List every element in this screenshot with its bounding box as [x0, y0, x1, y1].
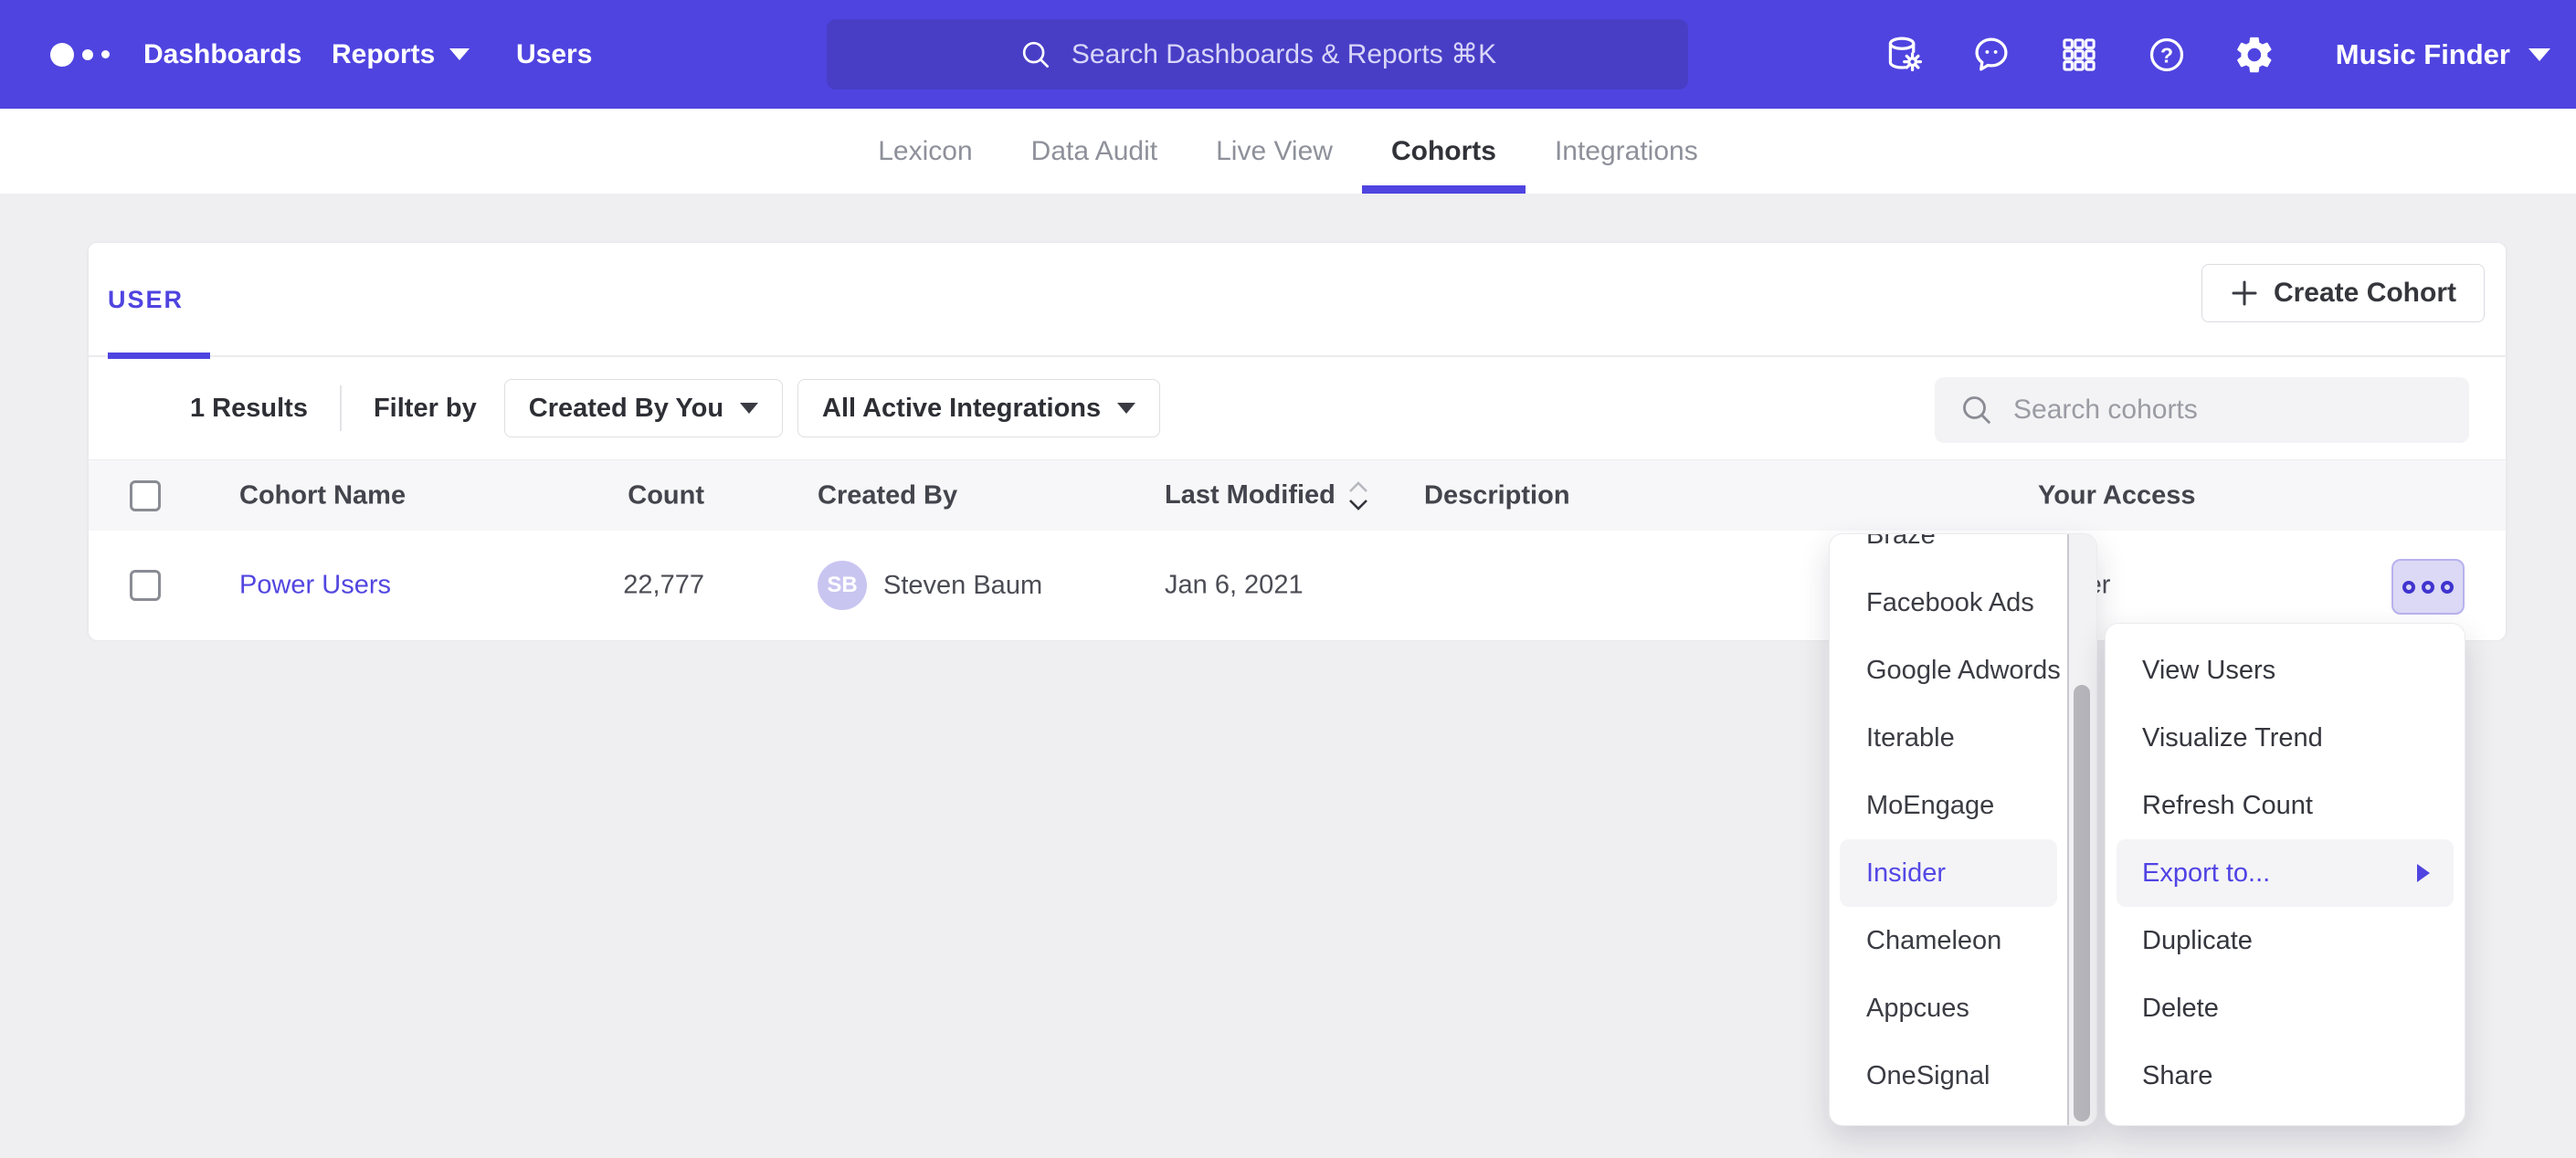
- top-nav: Dashboards Reports Users Search Dashboar…: [0, 0, 2576, 109]
- tab-integrations[interactable]: Integrations: [1526, 109, 1727, 194]
- nav-item-label: Users: [516, 39, 592, 70]
- submenu-scrollbar-thumb[interactable]: [2074, 685, 2090, 1121]
- search-cohorts-input[interactable]: Search cohorts: [1935, 377, 2469, 443]
- tab-label: Integrations: [1555, 136, 1698, 167]
- filter-row: 1 Results Filter by Created By You All A…: [89, 357, 2506, 459]
- tab-user-cohorts[interactable]: USER: [108, 243, 184, 357]
- dropdown-label: Created By You: [529, 394, 723, 424]
- tab-live-view[interactable]: Live View: [1187, 109, 1362, 194]
- divider: [340, 385, 342, 431]
- menu-item-share[interactable]: Share: [2106, 1042, 2465, 1110]
- submenu-item-google-adwords[interactable]: Google Adwords: [1830, 637, 2067, 704]
- chevron-down-icon: [449, 48, 470, 60]
- menu-item-duplicate[interactable]: Duplicate: [2106, 907, 2465, 974]
- svg-text:?: ?: [2160, 43, 2173, 67]
- col-your-access: Your Access: [2038, 480, 2195, 511]
- col-description: Description: [1424, 480, 1570, 511]
- menu-item-view-users[interactable]: View Users: [2106, 637, 2465, 704]
- search-cohorts-placeholder: Search cohorts: [2013, 395, 2198, 426]
- cohort-type-tabs: USER Create Cohort: [89, 243, 2506, 357]
- submenu-item-iterable[interactable]: Iterable: [1830, 704, 2067, 772]
- submenu-item-facebook-ads[interactable]: Facebook Ads: [1830, 569, 2067, 637]
- tab-label: Cohorts: [1391, 136, 1496, 167]
- submenu-item-onesignal[interactable]: OneSignal: [1830, 1042, 2067, 1110]
- last-modified-cell: Jan 6, 2021: [1165, 571, 1304, 601]
- submenu-item-moengage[interactable]: MoEngage: [1830, 772, 2067, 839]
- feedback-icon[interactable]: [1970, 34, 2012, 76]
- ellipsis-dot-icon: [2402, 581, 2415, 594]
- tab-cohorts[interactable]: Cohorts: [1362, 109, 1526, 194]
- col-count: Count: [509, 480, 704, 511]
- tab-label: Live View: [1216, 136, 1333, 167]
- global-search-placeholder: Search Dashboards & Reports ⌘K: [1072, 38, 1496, 70]
- tab-lexicon[interactable]: Lexicon: [849, 109, 1001, 194]
- chevron-down-icon: [1117, 403, 1135, 414]
- cohorts-panel: USER Create Cohort 1 Results Filter by C…: [88, 242, 2507, 639]
- nav-item-label: Dashboards: [143, 39, 301, 70]
- submenu-item-chameleon[interactable]: Chameleon: [1830, 907, 2067, 974]
- nav-item-dashboards[interactable]: Dashboards: [143, 0, 301, 109]
- search-icon: [1019, 37, 1053, 72]
- project-switcher[interactable]: Music Finder: [2336, 38, 2550, 71]
- tab-label: Data Audit: [1031, 136, 1157, 167]
- row-context-menu: View Users Visualize Trend Refresh Count…: [2106, 624, 2465, 1125]
- cohort-count: 22,777: [509, 571, 704, 601]
- filter-by-label: Filter by: [374, 394, 477, 424]
- menu-item-label: Export to...: [2142, 858, 2270, 889]
- search-icon: [1958, 392, 1995, 428]
- submenu-item-appcues[interactable]: Appcues: [1830, 974, 2067, 1042]
- create-cohort-button[interactable]: Create Cohort: [2201, 264, 2485, 322]
- nav-item-users[interactable]: Users: [516, 0, 592, 109]
- chevron-down-icon: [740, 403, 758, 414]
- chevron-down-icon: [2528, 48, 2550, 61]
- dropdown-label: All Active Integrations: [822, 394, 1101, 424]
- cohort-name-link[interactable]: Power Users: [239, 571, 391, 601]
- tab-label: USER: [108, 286, 184, 314]
- menu-item-refresh-count[interactable]: Refresh Count: [2106, 772, 2465, 839]
- data-management-icon[interactable]: [1883, 34, 1925, 76]
- row-checkbox[interactable]: [130, 570, 161, 601]
- menu-item-export-to[interactable]: Export to...: [2117, 839, 2454, 907]
- global-search-input[interactable]: Search Dashboards & Reports ⌘K: [827, 19, 1688, 89]
- tab-data-audit[interactable]: Data Audit: [1002, 109, 1187, 194]
- results-count: 1 Results: [190, 394, 308, 424]
- menu-item-visualize-trend[interactable]: Visualize Trend: [2106, 704, 2465, 772]
- select-all-checkbox[interactable]: [130, 480, 161, 511]
- submenu-item-braze[interactable]: Braze: [1830, 534, 2067, 569]
- apps-grid-icon[interactable]: [2058, 34, 2100, 76]
- ellipsis-dot-icon: [2422, 581, 2434, 594]
- row-actions-button[interactable]: [2391, 559, 2465, 615]
- help-icon[interactable]: ?: [2146, 34, 2188, 76]
- export-destinations-list: Braze Facebook Ads Google Adwords Iterab…: [1830, 534, 2067, 1110]
- col-created-by: Created By: [818, 480, 957, 511]
- submenu-item-insider[interactable]: Insider: [1840, 839, 2057, 907]
- project-name: Music Finder: [2336, 38, 2510, 71]
- table-header: Cohort Name Count Created By Last Modifi…: [89, 459, 2506, 531]
- created-by-name: Steven Baum: [883, 571, 1042, 601]
- filter-created-by-dropdown[interactable]: Created By You: [504, 379, 783, 437]
- submenu-arrow-icon: [2417, 864, 2430, 882]
- created-by-cell: SB Steven Baum: [818, 561, 1042, 610]
- sort-icon: [1346, 479, 1370, 512]
- tab-label: Lexicon: [878, 136, 972, 167]
- filter-integrations-dropdown[interactable]: All Active Integrations: [797, 379, 1160, 437]
- export-destinations-submenu: Braze Facebook Ads Google Adwords Iterab…: [1830, 534, 2096, 1125]
- logo-dots-icon: [50, 0, 110, 109]
- menu-item-delete[interactable]: Delete: [2106, 974, 2465, 1042]
- col-label: Last Modified: [1165, 480, 1336, 511]
- nav-item-label: Reports: [332, 39, 435, 70]
- col-last-modified[interactable]: Last Modified: [1165, 479, 1370, 512]
- create-cohort-label: Create Cohort: [2274, 278, 2456, 309]
- avatar: SB: [818, 561, 867, 610]
- settings-gear-icon[interactable]: [2233, 34, 2275, 76]
- nav-item-reports[interactable]: Reports: [332, 0, 470, 109]
- col-cohort-name: Cohort Name: [239, 480, 406, 511]
- plus-icon: [2230, 279, 2259, 308]
- ellipsis-dot-icon: [2441, 581, 2454, 594]
- section-tabbar: Lexicon Data Audit Live View Cohorts Int…: [0, 109, 2576, 194]
